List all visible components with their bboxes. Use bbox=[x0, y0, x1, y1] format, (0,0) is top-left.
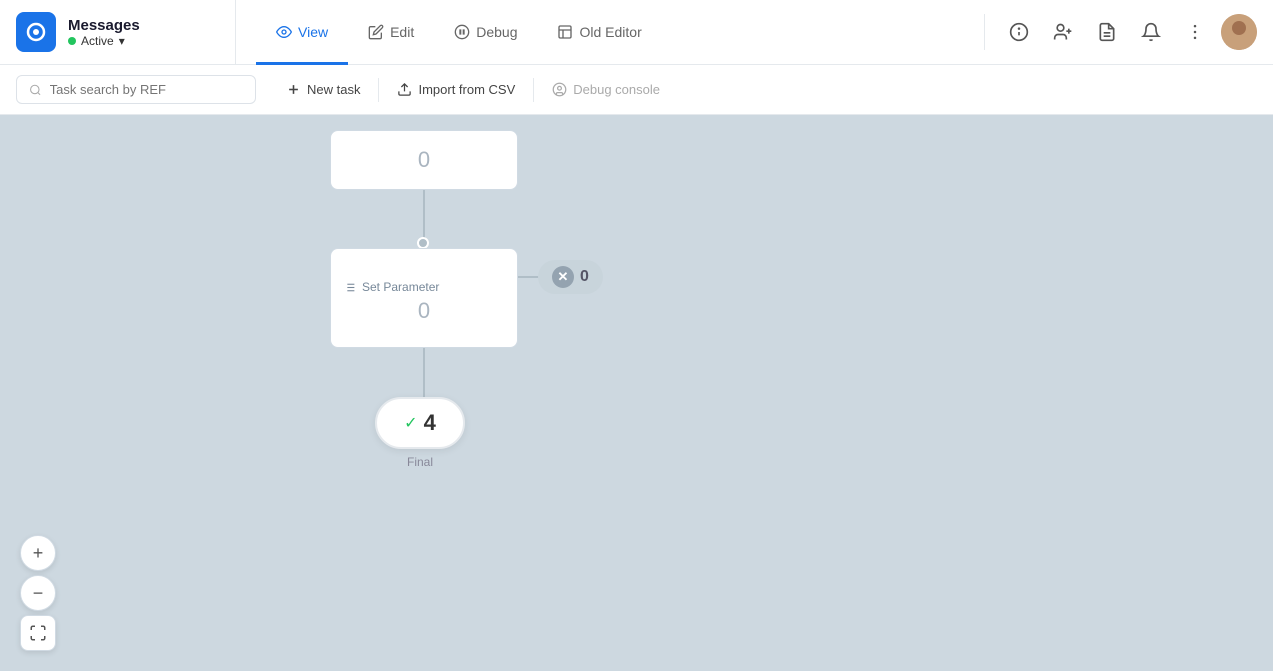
error-badge[interactable]: ✕ 0 bbox=[538, 260, 603, 294]
tab-debug[interactable]: Debug bbox=[434, 1, 537, 65]
connector-line-1 bbox=[423, 190, 425, 240]
document-icon-btn[interactable] bbox=[1089, 14, 1125, 50]
set-param-node[interactable]: Set Parameter 0 bbox=[330, 248, 518, 348]
more-icon-btn[interactable] bbox=[1177, 14, 1213, 50]
node-header: Set Parameter bbox=[331, 272, 451, 298]
tab-view[interactable]: View bbox=[256, 1, 348, 65]
status-dot bbox=[68, 37, 76, 45]
toolbar: New task Import from CSV Debug console bbox=[0, 65, 1273, 115]
error-count: 0 bbox=[580, 268, 589, 286]
final-value: 4 bbox=[424, 410, 436, 436]
final-label: Final bbox=[407, 455, 433, 469]
toolbar-divider-2 bbox=[533, 78, 534, 102]
canvas: 0 Set Parameter 0 ✕ 0 ✓ 4 Final + bbox=[0, 115, 1273, 671]
zoom-in-button[interactable]: + bbox=[20, 535, 56, 571]
error-x-icon: ✕ bbox=[552, 266, 574, 288]
app-title-area: Messages Active ▾ bbox=[68, 17, 140, 48]
plus-icon bbox=[286, 82, 301, 97]
tab-debug-label: Debug bbox=[476, 24, 517, 40]
fit-view-button[interactable] bbox=[20, 615, 56, 651]
set-param-value: 0 bbox=[418, 298, 430, 324]
debug-console-icon bbox=[552, 82, 567, 97]
logo-area: Messages Active ▾ bbox=[16, 0, 236, 64]
avatar[interactable] bbox=[1221, 14, 1257, 50]
status-badge[interactable]: Active ▾ bbox=[68, 34, 140, 48]
chevron-down-icon: ▾ bbox=[119, 34, 125, 48]
nav-right bbox=[984, 14, 1257, 50]
top-node[interactable]: 0 bbox=[330, 130, 518, 190]
plus-label: + bbox=[33, 543, 44, 564]
list-icon bbox=[343, 281, 356, 294]
search-input[interactable] bbox=[50, 82, 243, 97]
check-icon: ✓ bbox=[404, 413, 417, 433]
zoom-controls: + − bbox=[20, 535, 56, 651]
bell-icon-btn[interactable] bbox=[1133, 14, 1169, 50]
add-user-icon-btn[interactable] bbox=[1045, 14, 1081, 50]
import-label: Import from CSV bbox=[418, 82, 515, 97]
status-label: Active bbox=[81, 34, 114, 48]
toolbar-divider-1 bbox=[378, 78, 379, 102]
info-icon-btn[interactable] bbox=[1001, 14, 1037, 50]
zoom-out-button[interactable]: − bbox=[20, 575, 56, 611]
nav-tabs: View Edit Debug Old Editor bbox=[236, 0, 984, 64]
set-param-label: Set Parameter bbox=[362, 280, 439, 294]
tab-view-label: View bbox=[298, 24, 328, 40]
fit-icon bbox=[29, 624, 47, 642]
import-icon bbox=[397, 82, 412, 97]
tab-edit[interactable]: Edit bbox=[348, 1, 434, 65]
app-logo[interactable] bbox=[16, 12, 56, 52]
tab-old-editor[interactable]: Old Editor bbox=[537, 1, 661, 65]
tab-edit-label: Edit bbox=[390, 24, 414, 40]
debug-console-label: Debug console bbox=[573, 82, 660, 97]
connector-line-2 bbox=[423, 348, 425, 398]
minus-label: − bbox=[33, 583, 44, 604]
top-nav: Messages Active ▾ View Edit bbox=[0, 0, 1273, 65]
import-csv-button[interactable]: Import from CSV bbox=[383, 75, 529, 104]
top-node-value: 0 bbox=[418, 147, 430, 173]
final-node-wrap: ✓ 4 Final bbox=[375, 397, 465, 469]
new-task-button[interactable]: New task bbox=[272, 75, 374, 104]
tab-old-editor-label: Old Editor bbox=[579, 24, 641, 40]
search-input-wrap[interactable] bbox=[16, 75, 256, 104]
final-node[interactable]: ✓ 4 bbox=[375, 397, 465, 449]
search-icon bbox=[29, 83, 42, 97]
app-name: Messages bbox=[68, 17, 140, 34]
debug-console-button[interactable]: Debug console bbox=[538, 75, 674, 104]
new-task-label: New task bbox=[307, 82, 360, 97]
